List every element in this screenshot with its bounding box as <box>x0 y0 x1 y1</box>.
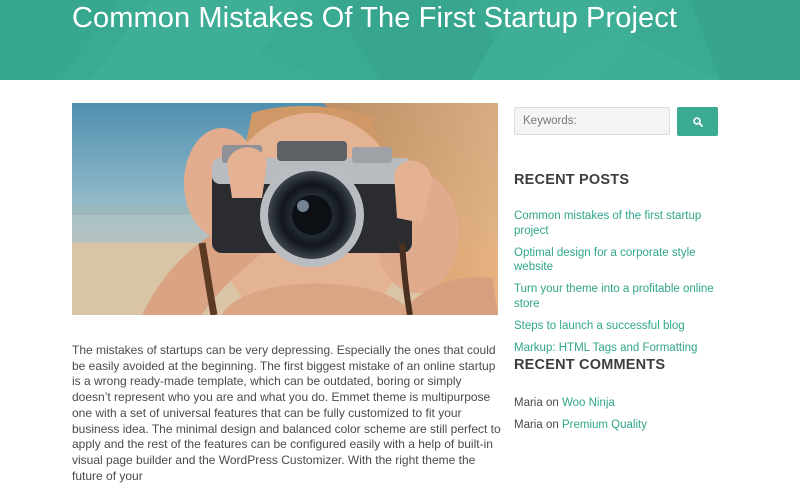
post-body-text: The mistakes of startups can be very dep… <box>72 343 501 483</box>
recent-comments-heading: RECENT COMMENTS <box>514 357 666 373</box>
comment-author: Maria <box>514 397 543 409</box>
recent-posts-list: Common mistakes of the first startup pro… <box>514 209 724 363</box>
camera-photo-illustration <box>72 103 498 315</box>
list-item: Common mistakes of the first startup pro… <box>514 209 724 238</box>
post-featured-image <box>72 103 498 315</box>
recent-comments-list: Maria on Woo Ninja Maria on Premium Qual… <box>514 396 724 439</box>
recent-posts-heading: RECENT POSTS <box>514 172 630 188</box>
list-item: Maria on Woo Ninja <box>514 396 724 411</box>
search-button[interactable] <box>677 107 718 136</box>
comment-post-link[interactable]: Woo Ninja <box>562 397 615 409</box>
page-header: Common Mistakes Of The First Startup Pro… <box>0 0 800 80</box>
comment-on-label: on <box>545 397 559 409</box>
list-item: Optimal design for a corporate style web… <box>514 246 724 275</box>
page-title: Common Mistakes Of The First Startup Pro… <box>72 2 677 34</box>
recent-post-link[interactable]: Turn your theme into a profitable online… <box>514 283 714 310</box>
comment-post-link[interactable]: Premium Quality <box>562 419 647 431</box>
list-item: Turn your theme into a profitable online… <box>514 282 724 311</box>
recent-post-link[interactable]: Optimal design for a corporate style web… <box>514 247 696 274</box>
list-item: Maria on Premium Quality <box>514 418 724 433</box>
recent-post-link[interactable]: Common mistakes of the first startup pro… <box>514 210 701 237</box>
recent-post-link[interactable]: Steps to launch a successful blog <box>514 320 685 332</box>
search-icon <box>692 116 703 127</box>
comment-on-label: on <box>545 418 559 431</box>
recent-post-link[interactable]: Markup: HTML Tags and Formatting <box>514 342 697 354</box>
comment-author: Maria <box>514 418 543 431</box>
search-input[interactable] <box>514 107 670 135</box>
list-item: Markup: HTML Tags and Formatting <box>514 341 724 356</box>
list-item: Steps to launch a successful blog <box>514 319 724 334</box>
